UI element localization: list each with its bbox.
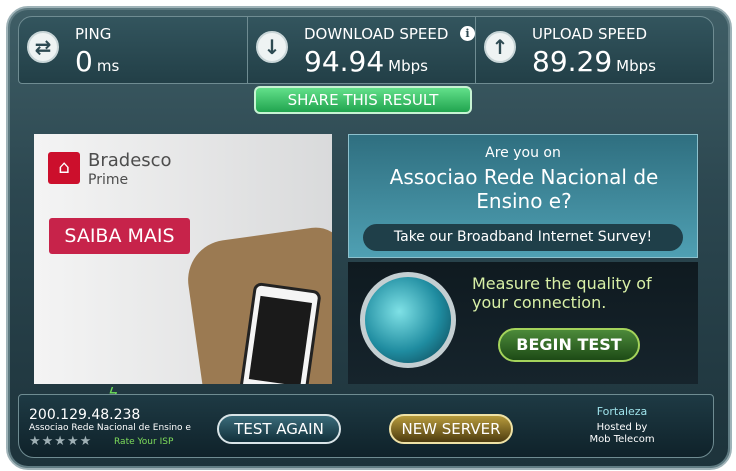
arrows-exchange-icon: ⇄	[27, 31, 59, 63]
measure-text: Measure the quality of your connection.	[472, 274, 652, 312]
hosted-by-label: Hosted by	[596, 422, 648, 433]
isp-survey-panel: Are you on Associao Rede Nacional de Ens…	[348, 134, 698, 258]
ping-metric: ⇄ PING 0 ms	[19, 17, 247, 83]
upload-value-row: 89.29 Mbps	[532, 45, 656, 78]
measure-panel: Measure the quality of your connection. …	[348, 262, 698, 384]
saiba-mais-button[interactable]: SAIBA MAIS	[49, 218, 190, 254]
download-label: DOWNLOAD SPEED	[304, 25, 449, 43]
measure-line-2: your connection.	[472, 293, 607, 312]
ping-unit: ms	[96, 57, 120, 75]
ip-address: 200.129.48.238	[29, 407, 141, 423]
server-location: Fortaleza Hosted by Mob Telecom	[541, 405, 703, 446]
begin-test-button[interactable]: BEGIN TEST	[498, 328, 640, 362]
survey-link-button[interactable]: Take our Broadband Internet Survey!	[363, 224, 683, 251]
arrow-down-icon: ↓	[256, 31, 288, 63]
download-value-row: 94.94 Mbps	[304, 45, 428, 78]
ping-label: PING	[75, 25, 112, 43]
ping-value: 0	[75, 45, 93, 78]
ad-brand: Bradesco	[88, 150, 172, 171]
download-metric: ↓ DOWNLOAD SPEED i 94.94 Mbps	[247, 17, 476, 83]
phone-screen	[248, 295, 313, 384]
rate-isp-link[interactable]: Rate Your ISP	[114, 437, 173, 447]
download-value: 94.94	[304, 45, 385, 78]
isp-name: Associao Rede Nacional de Ensino e	[29, 423, 191, 433]
new-server-button[interactable]: NEW SERVER	[389, 414, 513, 444]
share-result-button[interactable]: SHARE THIS RESULT	[254, 86, 472, 114]
upload-metric: ↑ UPLOAD SPEED 89.29 Mbps	[475, 17, 714, 83]
bottom-bar: 200.129.48.238 Associao Rede Nacional de…	[18, 394, 714, 458]
bradesco-ad[interactable]: ⌂ Bradesco Prime SAIBA MAIS	[34, 134, 332, 384]
download-unit: Mbps	[388, 57, 428, 75]
ad-sub: Prime	[88, 172, 129, 188]
test-again-button[interactable]: TEST AGAIN	[217, 414, 341, 444]
upload-unit: Mbps	[616, 57, 656, 75]
rating-stars[interactable]: ★★★★★	[29, 434, 92, 449]
host-name: Mob Telecom	[589, 434, 655, 445]
globe-icon	[360, 272, 456, 368]
survey-question: Are you on	[485, 145, 561, 161]
bradesco-logo-icon: ⌂	[48, 152, 80, 184]
ping-value-row: 0 ms	[75, 45, 119, 78]
upload-label: UPLOAD SPEED	[532, 25, 648, 43]
survey-isp: Associao Rede Nacional de Ensino e?	[389, 165, 659, 213]
info-icon[interactable]: i	[460, 26, 475, 41]
arrow-up-icon: ↑	[484, 31, 516, 63]
upload-value: 89.29	[532, 45, 613, 78]
metrics-bar: ⇄ PING 0 ms ↓ DOWNLOAD SPEED i 94.94 Mbps …	[18, 16, 714, 84]
server-city: Fortaleza	[596, 405, 648, 418]
measure-line-1: Measure the quality of	[472, 274, 652, 293]
